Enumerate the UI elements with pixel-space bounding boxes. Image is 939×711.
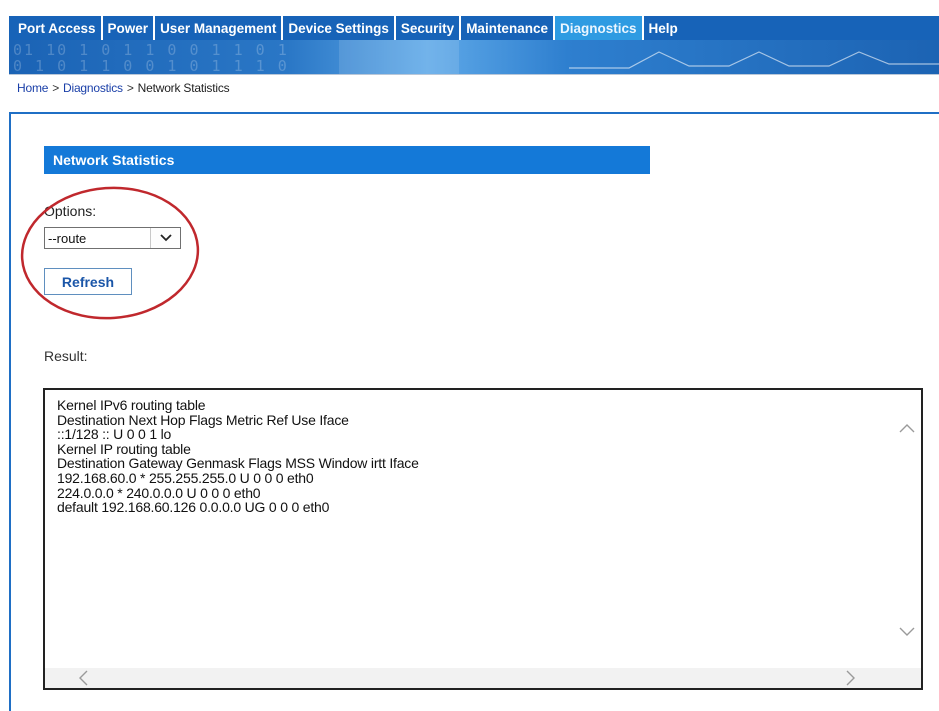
breadcrumb-current: Network Statistics — [137, 80, 230, 95]
result-line: ::1/128 :: U 0 0 1 lo — [57, 426, 172, 443]
section-title: Network Statistics — [44, 146, 650, 174]
scroll-up-icon[interactable] — [897, 418, 917, 438]
chevron-down-icon[interactable] — [150, 228, 180, 248]
result-line: Destination Gateway Genmask Flags MSS Wi… — [57, 455, 419, 472]
result-line: Kernel IP routing table — [57, 440, 191, 457]
tab-user-management[interactable]: User Management — [155, 16, 284, 40]
result-line: default 192.168.60.126 0.0.0.0 UG 0 0 0 … — [57, 499, 330, 516]
breadcrumb: Home > Diagnostics > Network Statistics — [9, 74, 939, 114]
result-content: Kernel IPv6 routing table Destination Ne… — [57, 398, 877, 515]
banner-wave-decoration — [339, 40, 939, 74]
refresh-button[interactable]: Refresh — [44, 268, 132, 295]
result-textarea[interactable]: Kernel IPv6 routing table Destination Ne… — [43, 388, 923, 690]
tab-maintenance[interactable]: Maintenance — [461, 16, 555, 40]
tab-power[interactable]: Power — [103, 16, 156, 40]
options-label: Options: — [44, 203, 97, 219]
options-select[interactable]: --route — [44, 227, 181, 249]
top-nav: Port Access Power User Management Device… — [9, 16, 939, 40]
scroll-down-icon[interactable] — [897, 622, 917, 642]
left-divider — [9, 114, 11, 711]
breadcrumb-separator: > — [52, 80, 60, 95]
tab-help[interactable]: Help — [644, 16, 683, 40]
options-select-value: --route — [48, 230, 87, 246]
breadcrumb-separator: > — [126, 80, 134, 95]
horizontal-scrollbar[interactable] — [45, 668, 921, 688]
tab-device-settings[interactable]: Device Settings — [283, 16, 396, 40]
breadcrumb-home-link[interactable]: Home — [17, 81, 48, 95]
result-label: Result: — [44, 348, 88, 364]
result-line: 224.0.0.0 * 240.0.0.0 U 0 0 0 eth0 — [57, 484, 261, 501]
tab-diagnostics[interactable]: Diagnostics — [554, 16, 644, 40]
result-line: 192.168.60.0 * 255.255.255.0 U 0 0 0 eth… — [57, 469, 314, 486]
result-line: Kernel IPv6 routing table — [57, 397, 206, 413]
vertical-scrollbar[interactable] — [893, 390, 921, 670]
tab-port-access[interactable]: Port Access — [13, 16, 103, 40]
result-line: Destination Next Hop Flags Metric Ref Us… — [57, 411, 349, 428]
scroll-right-icon[interactable] — [841, 668, 861, 688]
tab-security[interactable]: Security — [396, 16, 462, 40]
scroll-left-icon[interactable] — [73, 668, 93, 688]
breadcrumb-diagnostics-link[interactable]: Diagnostics — [63, 81, 123, 95]
header-banner: 01 10 1 0 1 1 0 0 1 1 0 10 1 0 1 1 0 0 1… — [9, 40, 939, 74]
